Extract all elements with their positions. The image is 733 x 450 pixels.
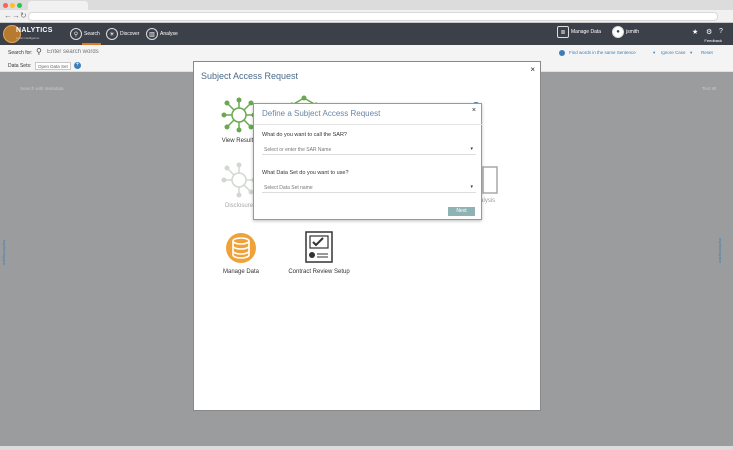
network-icon bbox=[221, 162, 257, 198]
reset-link[interactable]: Reset bbox=[701, 50, 713, 55]
sar-name-select[interactable]: Select or enter the SAR Name ▾ bbox=[262, 144, 476, 155]
checklist-icon bbox=[305, 231, 333, 263]
browser-tab-strip bbox=[0, 0, 733, 10]
logo-subtitle: smart intelligence bbox=[16, 36, 40, 40]
dataset-question: What Data Set do you want to use? bbox=[262, 170, 349, 176]
window-minimize-dot[interactable] bbox=[10, 3, 15, 8]
chevron-down-icon: ▾ bbox=[470, 184, 473, 190]
app-header: NALYTICS smart intelligence ⚲ Search ☀ D… bbox=[0, 23, 733, 45]
window-close-dot[interactable] bbox=[3, 3, 8, 8]
bar-chart-icon: ▥ bbox=[146, 28, 158, 40]
nav-discover[interactable]: ☀ Discover bbox=[106, 26, 139, 42]
chevron-down-icon[interactable]: ▾ bbox=[690, 50, 692, 56]
define-modal-title: Define a Subject Access Request bbox=[262, 109, 381, 118]
feedback-link[interactable]: Feedback bbox=[704, 38, 722, 43]
close-icon[interactable]: × bbox=[530, 65, 535, 74]
user-menu[interactable]: ● jsmith bbox=[612, 26, 639, 38]
ignore-case-option[interactable]: Ignore Case bbox=[661, 50, 686, 55]
dataset-select[interactable]: Select Data Set name ▾ bbox=[262, 182, 476, 193]
user-name: jsmith bbox=[626, 29, 640, 35]
tile-label: Contract Review Setup bbox=[288, 269, 350, 275]
logo-text: NALYTICS bbox=[16, 27, 53, 34]
search-label: Search for: bbox=[8, 50, 33, 56]
address-bar[interactable] bbox=[28, 12, 718, 21]
datasets-label: Data Sets: bbox=[8, 63, 32, 69]
nav-analyse[interactable]: ▥ Analyse bbox=[146, 26, 178, 42]
database-icon bbox=[226, 233, 256, 263]
sar-dialog-title: Subject Access Request bbox=[201, 71, 299, 81]
sar-name-question: What do you want to call the SAR? bbox=[262, 132, 347, 138]
back-icon[interactable]: ← bbox=[4, 11, 12, 20]
close-icon[interactable]: × bbox=[472, 107, 476, 114]
metadata-filter[interactable]: Search with Metadata bbox=[20, 86, 64, 91]
define-sar-modal: Define a Subject Access Request × What d… bbox=[253, 103, 483, 220]
search-icon: ⚲ bbox=[70, 28, 82, 40]
nav-search-label: Search bbox=[84, 31, 100, 37]
dataset-placeholder: Select Data Set name bbox=[264, 185, 313, 191]
add-dataset-icon[interactable]: + bbox=[74, 62, 81, 69]
search-icon: ⚲ bbox=[36, 47, 42, 56]
check-icon[interactable] bbox=[559, 50, 565, 56]
gear-icon[interactable]: ⚙ bbox=[706, 28, 712, 36]
tile-manage-data[interactable]: Manage Data bbox=[196, 232, 286, 275]
star-icon[interactable]: ★ bbox=[692, 28, 698, 36]
browser-tab[interactable] bbox=[28, 1, 88, 10]
avatar: ● bbox=[612, 26, 624, 38]
database-icon: ≣ bbox=[557, 26, 569, 38]
same-sentence-option[interactable]: Find words in the same Sentence bbox=[569, 50, 636, 55]
lightbulb-icon: ☀ bbox=[106, 28, 118, 40]
nav-analyse-label: Analyse bbox=[160, 31, 178, 37]
nav-search[interactable]: ⚲ Search bbox=[70, 26, 100, 42]
sar-name-placeholder: Select or enter the SAR Name bbox=[264, 147, 332, 153]
chevron-down-icon[interactable]: ▾ bbox=[653, 50, 655, 56]
tile-label: Manage Data bbox=[222, 269, 260, 275]
window-maximize-dot[interactable] bbox=[17, 3, 22, 8]
manage-data-label: Manage Data bbox=[571, 29, 602, 35]
window-bottom-edge bbox=[0, 446, 733, 450]
tile-contract-review-setup[interactable]: Contract Review Setup bbox=[274, 230, 364, 275]
search-bar: Search for: ⚲ Find words in the same Sen… bbox=[0, 45, 733, 60]
divider bbox=[254, 124, 483, 125]
network-icon bbox=[221, 97, 257, 133]
nav-discover-label: Discover bbox=[120, 31, 140, 37]
text-mt-toggle[interactable]: Text Mt bbox=[702, 86, 717, 91]
left-side-tab[interactable]: myWorkspace bbox=[2, 240, 7, 265]
search-input[interactable] bbox=[47, 49, 347, 55]
forward-icon[interactable]: → bbox=[12, 11, 20, 20]
next-button[interactable]: Next bbox=[448, 207, 475, 216]
dataset-chip[interactable]: Open Data Set bbox=[35, 62, 71, 70]
chevron-down-icon: ▾ bbox=[470, 146, 473, 152]
help-icon[interactable]: ? bbox=[719, 28, 723, 35]
right-side-tab[interactable]: myWorkspace bbox=[718, 238, 723, 263]
reload-icon[interactable]: ↻ bbox=[20, 11, 27, 20]
manage-data-button[interactable]: ≣ Manage Data bbox=[557, 26, 601, 38]
browser-toolbar: ← → ↻ bbox=[0, 10, 733, 23]
